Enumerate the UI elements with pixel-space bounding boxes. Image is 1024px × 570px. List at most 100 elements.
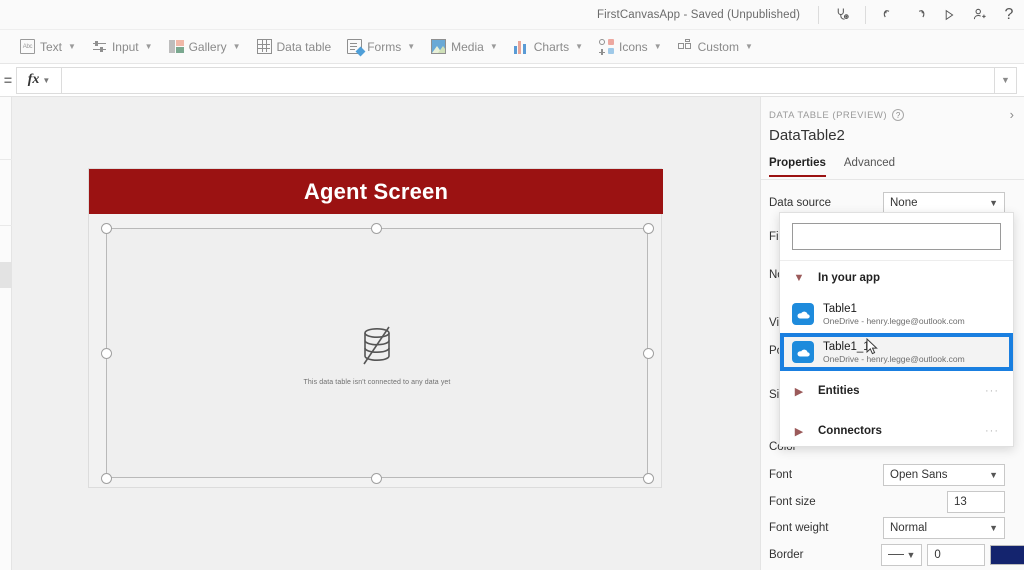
panel-collapse-icon[interactable]: › (1010, 107, 1014, 122)
data-source-select[interactable]: None ▼ (883, 191, 1005, 214)
tab-properties[interactable]: Properties (769, 157, 826, 177)
border-color-swatch[interactable] (989, 544, 1024, 565)
gallery-icon (168, 39, 184, 54)
data-table-icon (256, 39, 272, 54)
resize-handle-bottom-center[interactable] (370, 472, 382, 484)
input-icon (92, 39, 107, 54)
ribbon-label-input: Input (111, 39, 139, 54)
chevron-down-icon: ▼ (407, 42, 416, 51)
media-icon (431, 39, 447, 54)
onedrive-icon (792, 341, 814, 363)
data-source-value: None (890, 196, 918, 209)
app-screen[interactable]: Agent Screen This data table isn't conne… (88, 168, 663, 488)
rail-selected-item[interactable] (0, 262, 12, 288)
font-select[interactable]: Open Sans ▼ (883, 463, 1005, 486)
text-icon: Abc (20, 39, 35, 54)
onedrive-icon (792, 303, 814, 325)
tab-advanced[interactable]: Advanced (844, 157, 895, 177)
connectors-overflow-icon[interactable]: ··· (985, 425, 999, 437)
mouse-cursor (866, 337, 878, 361)
ribbon-label-data-table: Data table (276, 39, 332, 54)
chevron-down-icon: ▼ (906, 549, 916, 560)
property-label-data-source: Data source (769, 196, 832, 209)
dropdown-group-connectors[interactable]: ▶ Connectors ··· (780, 411, 1013, 451)
data-source-item-table1-1[interactable]: Table1_1 OneDrive - henry.legge@outlook.… (780, 333, 1013, 371)
entities-overflow-icon[interactable]: ··· (985, 385, 999, 397)
group-title-in-your-app: In your app (818, 272, 880, 284)
undo-icon[interactable] (874, 1, 904, 29)
insert-ribbon: Abc Text ▼ Input ▼ Gallery ▼ Data table … (0, 30, 1024, 64)
help-icon[interactable]: ? (994, 1, 1024, 29)
ribbon-item-text[interactable]: Abc Text ▼ (12, 34, 84, 60)
panel-control-type: DATA TABLE (PREVIEW) (769, 109, 888, 121)
font-weight-select[interactable]: Normal ▼ (883, 516, 1005, 539)
property-row-border: Border ▼ 0 (761, 541, 1024, 568)
tree-view-rail[interactable] (0, 97, 12, 570)
panel-control-name: DataTable2 (769, 127, 845, 144)
data-source-item-table1[interactable]: Table1 OneDrive - henry.legge@outlook.co… (780, 295, 1013, 333)
group-title-entities: Entities (818, 385, 860, 397)
chevron-down-icon: ▼ (989, 197, 998, 208)
ribbon-label-icons: Icons (619, 39, 648, 54)
fx-property-selector[interactable]: fx ▼ (16, 66, 62, 94)
panel-help-icon[interactable]: ? (892, 109, 905, 121)
resize-handle-middle-right[interactable] (642, 347, 654, 359)
chevron-down-icon: ▼ (575, 42, 583, 51)
data-table-control[interactable]: This data table isn't connected to any d… (106, 228, 648, 478)
font-size-input[interactable]: 13 (947, 490, 1005, 513)
preview-play-icon[interactable] (934, 1, 964, 29)
formula-input[interactable] (62, 66, 995, 94)
chevron-down-icon: ▼ (42, 75, 51, 85)
screen-header-banner: Agent Screen (89, 169, 663, 214)
resize-handle-bottom-right[interactable] (642, 472, 654, 484)
ribbon-label-forms: Forms (367, 39, 402, 54)
chevron-right-icon: ▶ (794, 385, 804, 398)
ribbon-item-input[interactable]: Input ▼ (84, 34, 161, 60)
resize-handle-top-center[interactable] (370, 222, 382, 234)
data-source-search-input[interactable] (792, 223, 1001, 250)
dropdown-group-entities[interactable]: ▶ Entities ··· (780, 371, 1013, 411)
property-equals-sign: = (3, 72, 13, 88)
title-bar: FirstCanvasApp - Saved (Unpublished) ? (0, 0, 1024, 30)
rail-divider (0, 225, 12, 226)
ribbon-item-media[interactable]: Media ▼ (423, 34, 506, 60)
ribbon-item-charts[interactable]: Charts ▼ (506, 34, 591, 60)
property-label-border: Border (769, 548, 804, 561)
chevron-down-icon: ▼ (489, 42, 498, 51)
resize-handle-bottom-left[interactable] (100, 472, 112, 484)
data-source-item-subtitle: OneDrive - henry.legge@outlook.com (823, 315, 965, 326)
resize-handle-top-left[interactable] (100, 222, 112, 234)
ribbon-item-gallery[interactable]: Gallery ▼ (161, 34, 249, 60)
border-width-input[interactable]: 0 (927, 543, 985, 566)
chevron-down-icon: ▼ (989, 522, 998, 533)
chevron-down-icon: ▼ (68, 42, 76, 51)
canvas-area: Agent Screen This data table isn't conne… (12, 97, 760, 570)
property-row-font-size: Font size 13 (761, 488, 1024, 515)
app-checker-icon[interactable] (827, 1, 857, 29)
data-source-dropdown: ▼ In your app Table1 OneDrive - henry.le… (779, 212, 1014, 447)
redo-icon[interactable] (904, 1, 934, 29)
border-style-select[interactable]: ▼ (880, 543, 923, 566)
chevron-down-icon: ▼ (793, 272, 805, 284)
chevron-down-icon: ▼ (989, 469, 998, 480)
dropdown-group-in-your-app[interactable]: ▼ In your app (780, 261, 1013, 295)
formula-expand-icon[interactable]: ▼ (995, 66, 1017, 94)
titlebar-divider-1 (818, 5, 819, 24)
panel-divider (761, 179, 1024, 180)
chevron-down-icon: ▼ (653, 42, 662, 51)
custom-icon (677, 38, 693, 54)
forms-icon (347, 39, 366, 57)
panel-kicker: DATA TABLE (PREVIEW) ? (769, 109, 905, 121)
border-style-line-icon (887, 553, 904, 556)
ribbon-item-forms[interactable]: Forms ▼ (339, 34, 423, 60)
share-person-icon[interactable] (964, 1, 994, 29)
chevron-down-icon: ▼ (144, 42, 153, 51)
ribbon-item-icons[interactable]: Icons ▼ (591, 34, 670, 60)
data-source-item-text: Table1 OneDrive - henry.legge@outlook.co… (823, 302, 965, 327)
data-source-item-name: Table1_1 (823, 340, 870, 353)
resize-handle-middle-left[interactable] (100, 347, 112, 359)
resize-handle-top-right[interactable] (642, 222, 654, 234)
ribbon-item-custom[interactable]: Custom ▼ (670, 34, 761, 60)
ribbon-item-data-table[interactable]: Data table (249, 34, 340, 60)
property-label-font-size: Font size (769, 495, 816, 508)
